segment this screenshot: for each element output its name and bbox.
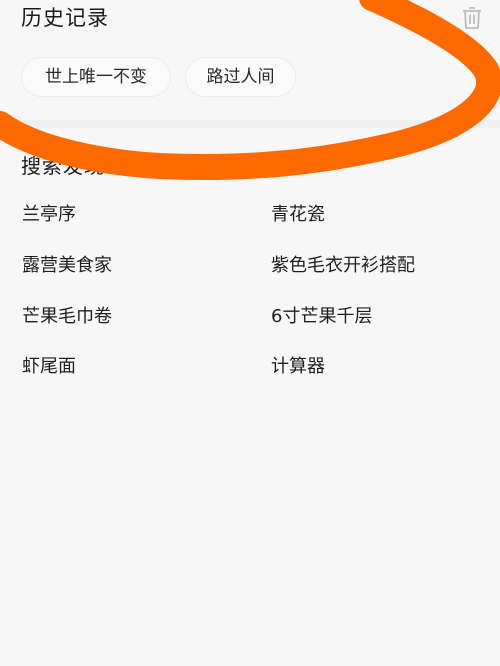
section-divider — [0, 120, 500, 128]
discover-item[interactable]: 虾尾面 — [22, 352, 76, 378]
history-chip[interactable]: 路过人间 — [185, 57, 296, 97]
discover-item[interactable]: 6寸芒果千层 — [271, 302, 372, 328]
discover-item[interactable]: 青花瓷 — [271, 200, 325, 226]
discover-title: 搜索发现 — [21, 154, 105, 178]
discover-item[interactable]: 芒果毛巾卷 — [22, 302, 112, 328]
discover-item[interactable]: 兰亭序 — [22, 200, 76, 226]
discover-item[interactable]: 露营美食家 — [22, 251, 112, 277]
history-title: 历史记录 — [21, 6, 109, 30]
orange-annotation-circle — [0, 0, 500, 181]
discover-item[interactable]: 紫色毛衣开衫搭配 — [271, 251, 415, 277]
trash-icon[interactable] — [459, 5, 485, 31]
history-chip[interactable]: 世上唯一不变 — [21, 57, 171, 97]
discover-item[interactable]: 计算器 — [271, 352, 325, 378]
